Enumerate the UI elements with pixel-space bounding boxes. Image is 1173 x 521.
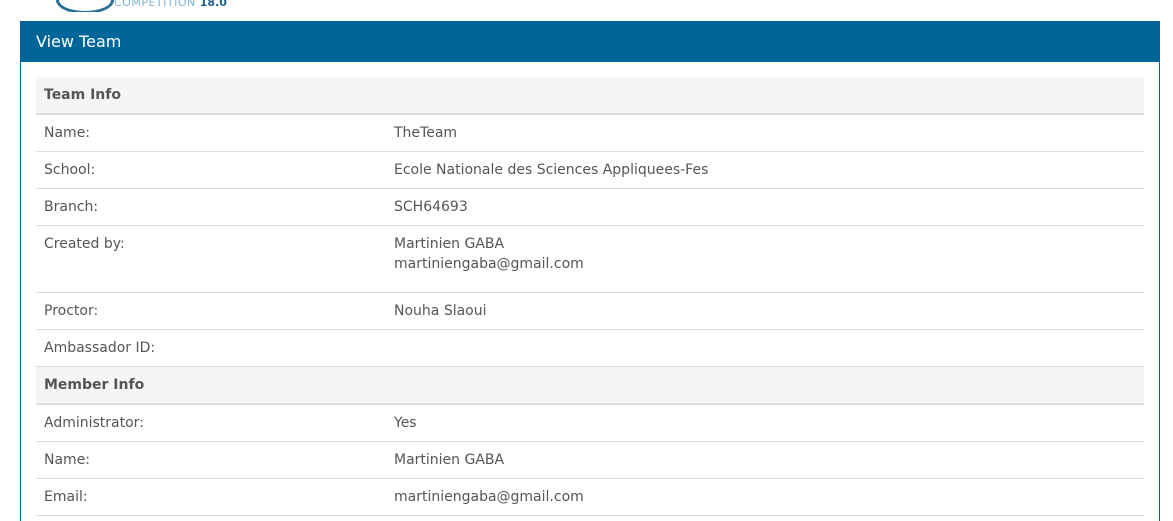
- member-name-value: Martinien GABA: [386, 441, 1144, 479]
- proctor-value: Nouha Slaoui: [386, 292, 1144, 330]
- panel-title: View Team: [21, 22, 1159, 62]
- logo-version: 18.0: [199, 0, 227, 9]
- view-team-panel: View Team Team Info Name: TheTeam School…: [20, 21, 1160, 521]
- team-name-value: TheTeam: [386, 114, 1144, 152]
- team-info-heading: Team Info: [36, 77, 1144, 115]
- logo-text: COMPETITION 18.0: [114, 0, 227, 9]
- creator-email: martiniengaba@gmail.com: [394, 256, 584, 272]
- team-info-section-header: Team Info: [36, 77, 1144, 115]
- team-name-label: Name:: [36, 114, 386, 152]
- table-row: Administrator: Yes: [36, 404, 1144, 442]
- member-email-value: martiniengaba@gmail.com: [386, 478, 1144, 516]
- ambassador-id-label: Ambassador ID:: [36, 329, 386, 367]
- table-row: Branch: SCH64693: [36, 188, 1144, 226]
- table-row: Name: Martinien GABA: [36, 441, 1144, 479]
- school-value: Ecole Nationale des Sciences Appliquees-…: [386, 151, 1144, 189]
- created-by-label: Created by:: [36, 225, 386, 293]
- ambassador-id-value: [386, 329, 1144, 367]
- administrator-label: Administrator:: [36, 404, 386, 442]
- panel-body: Team Info Name: TheTeam School: Ecole Na…: [21, 62, 1159, 516]
- member-info-section-header: Member Info: [36, 366, 1144, 405]
- branch-value: SCH64693: [386, 188, 1144, 226]
- logo-competition-text: COMPETITION: [114, 0, 196, 9]
- table-row: Created by: Martinien GABA martiniengaba…: [36, 225, 1144, 293]
- table-row: School: Ecole Nationale des Sciences App…: [36, 151, 1144, 189]
- team-details-table: Team Info Name: TheTeam School: Ecole Na…: [36, 77, 1144, 516]
- member-info-heading: Member Info: [36, 366, 1144, 405]
- branch-label: Branch:: [36, 188, 386, 226]
- school-label: School:: [36, 151, 386, 189]
- table-row: Name: TheTeam: [36, 114, 1144, 152]
- table-row: Proctor: Nouha Slaoui: [36, 292, 1144, 330]
- member-name-label: Name:: [36, 441, 386, 479]
- member-email-label: Email:: [36, 478, 386, 516]
- creator-name: Martinien GABA: [394, 236, 505, 252]
- administrator-value: Yes: [386, 404, 1144, 442]
- logo-swoosh-icon: [56, 0, 114, 12]
- table-row: Ambassador ID:: [36, 329, 1144, 367]
- site-logo[interactable]: COMPETITION 18.0: [0, 0, 1173, 12]
- proctor-label: Proctor:: [36, 292, 386, 330]
- created-by-value: Martinien GABA martiniengaba@gmail.com: [386, 225, 1144, 293]
- table-row: Email: martiniengaba@gmail.com: [36, 478, 1144, 516]
